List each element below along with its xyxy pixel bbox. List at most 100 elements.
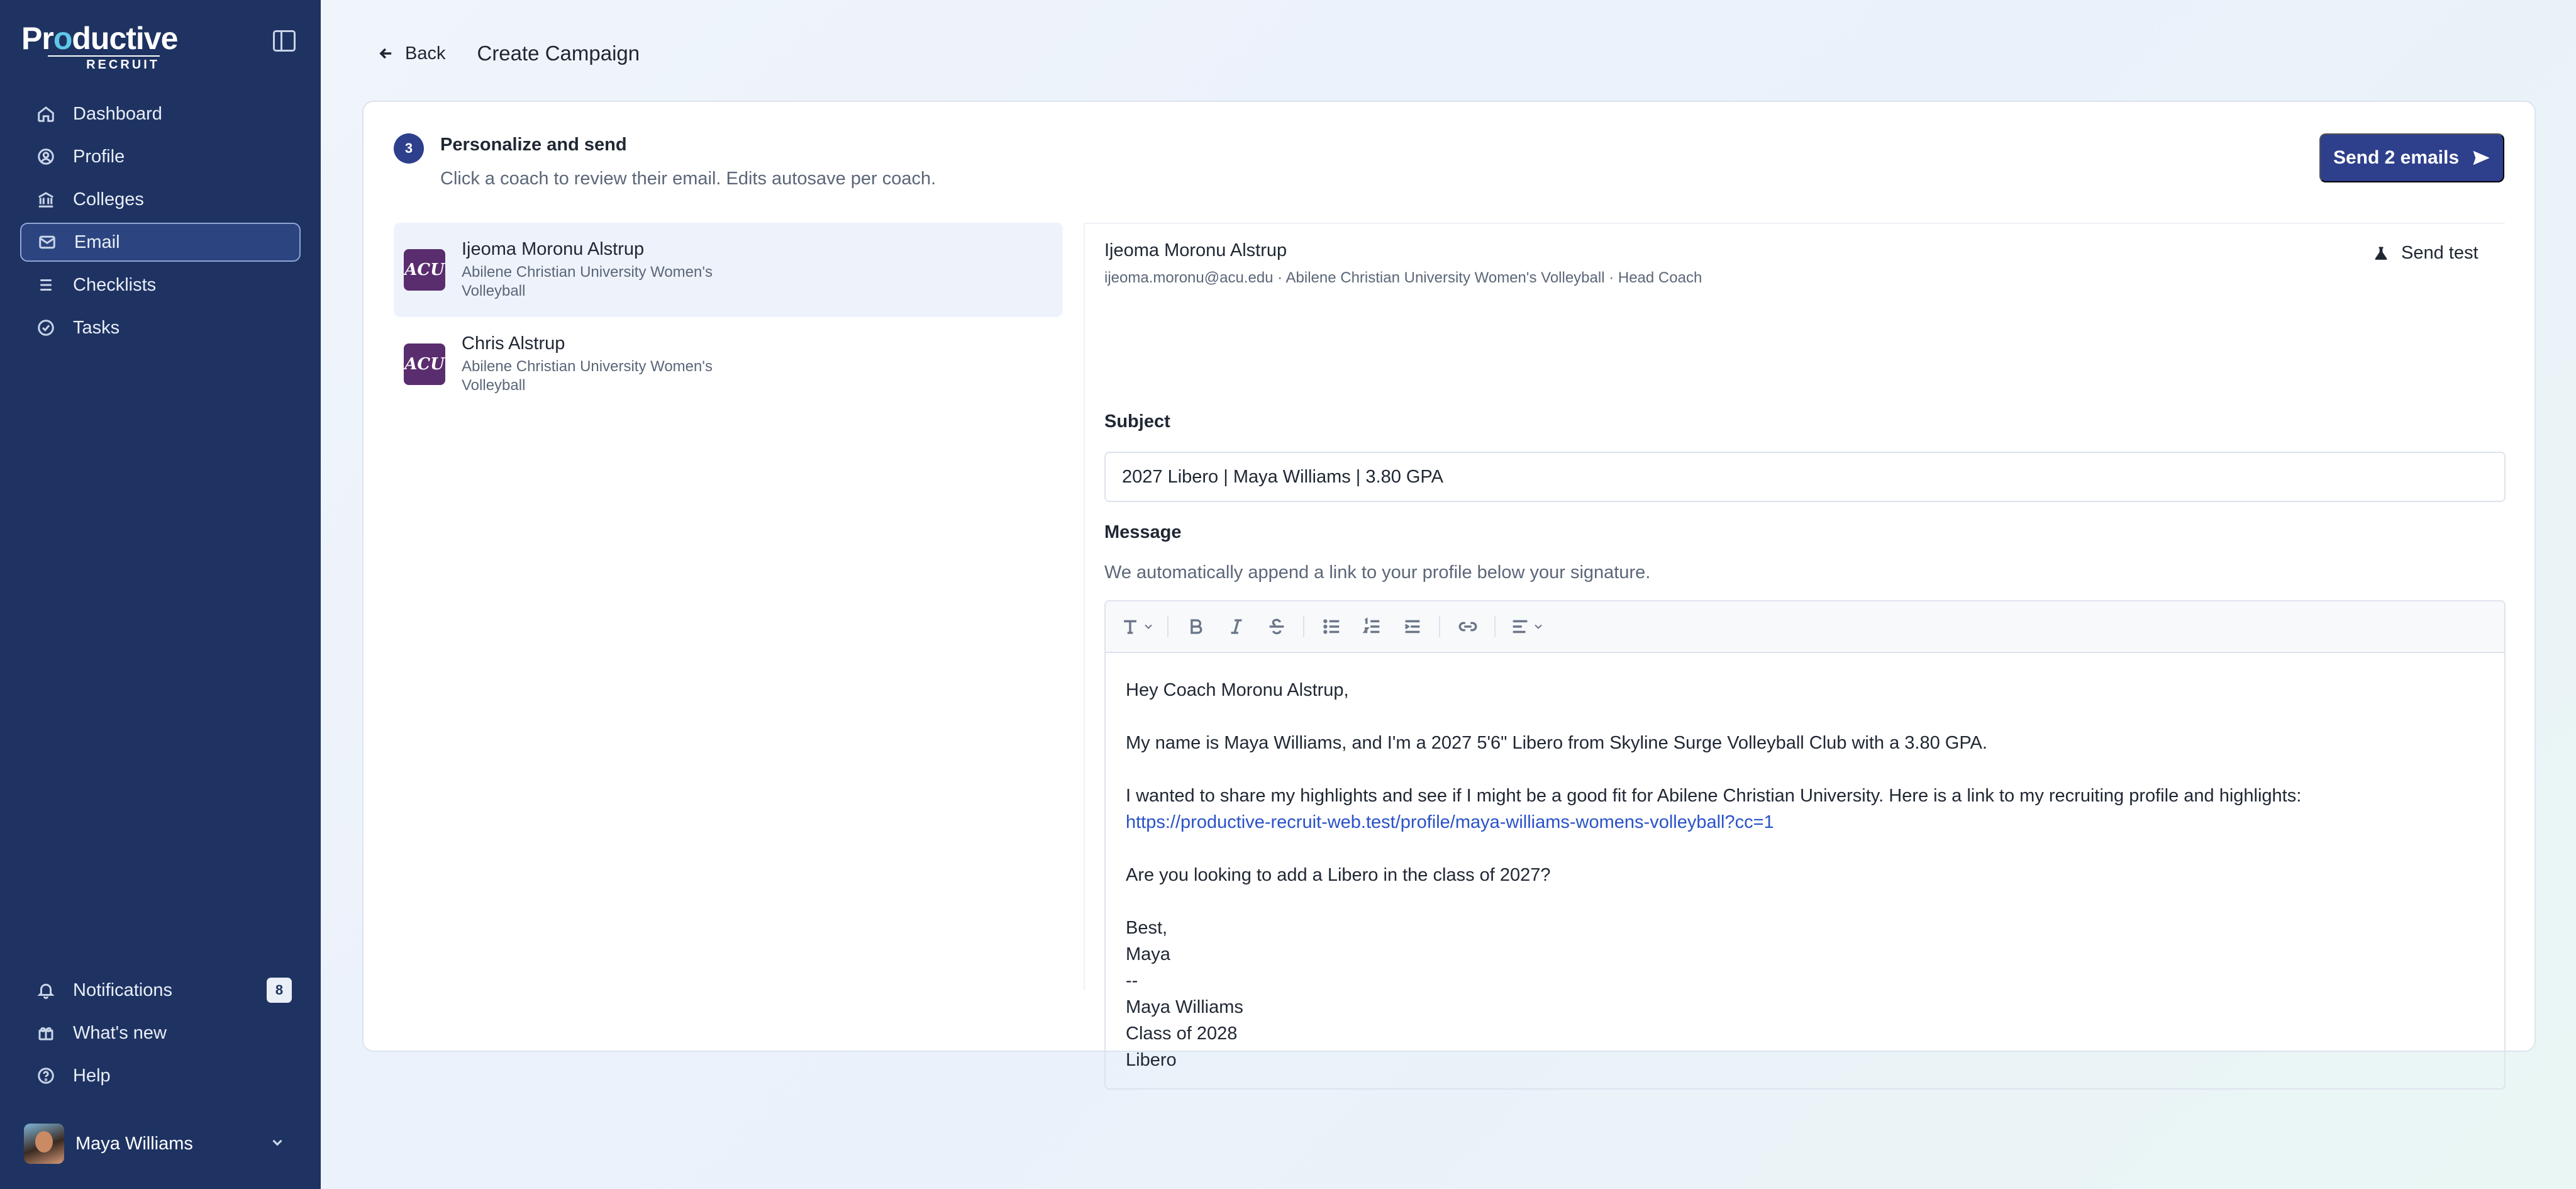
sidebar-item-label: Notifications	[73, 980, 172, 1000]
body-greeting: Hey Coach Moronu Alstrup,	[1126, 680, 1349, 700]
send-emails-button[interactable]: Send 2 emails	[2319, 133, 2504, 182]
strikethrough-icon	[1269, 618, 1284, 635]
coach-name: Chris Alstrup	[462, 333, 565, 354]
message-hint: We automatically append a link to your p…	[1104, 562, 1651, 583]
back-label: Back	[405, 43, 446, 64]
app-logo[interactable]: Productive RECRUIT	[21, 21, 178, 72]
school-logo: ACU	[404, 343, 445, 385]
sidebar-item-dashboard[interactable]: Dashboard	[20, 94, 301, 133]
sidebar-item-notifications[interactable]: Notifications 8	[20, 971, 301, 1010]
recipient-meta: ijeoma.moronu@acu.edu · Abilene Christia…	[1104, 269, 1702, 286]
message-body[interactable]: Hey Coach Moronu Alstrup, My name is May…	[1106, 653, 2504, 1073]
avatar	[24, 1124, 64, 1164]
secondary-nav: Notifications 8 What's new Help	[20, 971, 301, 1099]
subject-input[interactable]	[1104, 452, 2506, 502]
bell-icon	[36, 981, 55, 1000]
sidebar-item-colleges[interactable]: Colleges	[20, 180, 301, 219]
message-editor: Hey Coach Moronu Alstrup, My name is May…	[1104, 600, 2506, 1090]
coach-list: ACU Ijeoma Moronu Alstrup Abilene Christ…	[394, 223, 1063, 411]
body-first-name: Maya	[1126, 944, 1170, 964]
coach-list-item[interactable]: ACU Chris Alstrup Abilene Christian Univ…	[394, 317, 1063, 411]
campaign-card: 3 Personalize and send Click a coach to …	[362, 101, 2536, 1090]
help-circle-icon	[36, 1066, 55, 1085]
body-share: I wanted to share my highlights and see …	[1126, 786, 2302, 806]
toolbar-separator	[1494, 616, 1496, 637]
bold-icon	[1191, 619, 1202, 634]
body-intro: My name is Maya Williams, and I'm a 2027…	[1126, 733, 1987, 753]
link-button[interactable]	[1454, 613, 1482, 640]
bullet-list-icon	[1323, 619, 1340, 634]
numbered-list-icon	[1362, 617, 1380, 634]
link-icon	[1458, 622, 1477, 632]
signature-position: Libero	[1126, 1050, 1177, 1070]
user-circle-icon	[36, 147, 55, 166]
send-test-button[interactable]: Send test	[2372, 243, 2479, 264]
numbered-list-button[interactable]	[1358, 613, 1386, 640]
bold-button[interactable]	[1182, 613, 1210, 640]
main-nav: Dashboard Profile Colleges Email Checkli…	[20, 94, 301, 351]
sidebar-item-tasks[interactable]: Tasks	[20, 308, 301, 347]
sidebar-item-label: What's new	[73, 1022, 167, 1043]
coach-school: Abilene Christian University Women's Vol…	[462, 264, 713, 299]
signature-name: Maya Williams	[1126, 997, 1243, 1017]
back-button[interactable]: Back	[377, 43, 445, 64]
step-subtitle: Click a coach to review their email. Edi…	[440, 169, 936, 189]
sidebar-item-label: Tasks	[73, 317, 120, 338]
logo-subtitle: RECRUIT	[48, 55, 160, 72]
sidebar-item-label: Dashboard	[73, 103, 162, 124]
indent-icon	[1404, 620, 1420, 634]
sidebar-item-help[interactable]: Help	[20, 1056, 301, 1095]
school-logo: ACU	[404, 249, 445, 291]
building-icon	[36, 190, 55, 209]
sidebar-item-whats-new[interactable]: What's new	[20, 1013, 301, 1052]
body-signoff: Best,	[1126, 918, 1168, 938]
sidebar-item-profile[interactable]: Profile	[20, 137, 301, 176]
italic-button[interactable]	[1223, 613, 1250, 640]
toolbar-separator	[1303, 616, 1304, 637]
step-number-badge: 3	[394, 133, 424, 164]
toolbar-separator	[1167, 616, 1169, 637]
message-label: Message	[1104, 522, 1182, 542]
sidebar-item-email[interactable]: Email	[20, 223, 301, 262]
sidebar: Productive RECRUIT Dashboard Profile Col…	[0, 0, 321, 1189]
coach-school: Abilene Christian University Women's Vol…	[462, 358, 713, 394]
subject-label: Subject	[1104, 411, 1170, 432]
send-test-label: Send test	[2401, 243, 2479, 263]
align-dropdown[interactable]	[1509, 613, 1545, 640]
text-style-dropdown[interactable]	[1119, 613, 1155, 640]
chevron-down-icon	[1535, 624, 1542, 629]
align-left-icon	[1513, 620, 1528, 634]
recipient-name: Ijeoma Moronu Alstrup	[1104, 240, 1287, 260]
bullet-list-button[interactable]	[1318, 613, 1346, 640]
signature-class: Class of 2028	[1126, 1024, 1238, 1044]
coach-list-item-selected[interactable]: ACU Ijeoma Moronu Alstrup Abilene Christ…	[394, 223, 1063, 317]
send-icon	[2473, 150, 2490, 165]
notification-count-badge: 8	[267, 978, 292, 1003]
strikethrough-button[interactable]	[1263, 613, 1291, 640]
chevron-down-icon	[269, 1134, 286, 1154]
send-emails-label: Send 2 emails	[2333, 147, 2460, 168]
user-menu[interactable]: Maya Williams	[24, 1124, 288, 1164]
text-type-icon	[1124, 620, 1136, 634]
check-circle-icon	[36, 318, 55, 337]
sidebar-item-label: Profile	[73, 146, 125, 167]
chevron-down-icon	[1145, 624, 1152, 629]
coach-name: Ijeoma Moronu Alstrup	[462, 239, 645, 259]
sidebar-collapse-icon[interactable]	[273, 30, 296, 52]
profile-link[interactable]: https://productive-recruit-web.test/prof…	[1126, 809, 2504, 835]
divider	[1084, 223, 2505, 224]
user-name: Maya Williams	[75, 1133, 193, 1154]
logo-wordmark: Productive	[21, 21, 178, 56]
flask-icon	[2375, 247, 2387, 260]
body-dashes: --	[1126, 971, 1138, 991]
arrow-left-icon	[379, 48, 392, 59]
indent-button[interactable]	[1399, 613, 1426, 640]
italic-icon	[1231, 619, 1242, 634]
page-header: Back Create Campaign	[377, 42, 640, 65]
sidebar-item-label: Email	[74, 232, 120, 252]
sidebar-item-label: Colleges	[73, 189, 144, 209]
sidebar-item-checklists[interactable]: Checklists	[20, 265, 301, 304]
body-question: Are you looking to add a Libero in the c…	[1126, 865, 1551, 885]
gift-icon	[36, 1024, 55, 1042]
divider	[1084, 223, 1085, 990]
